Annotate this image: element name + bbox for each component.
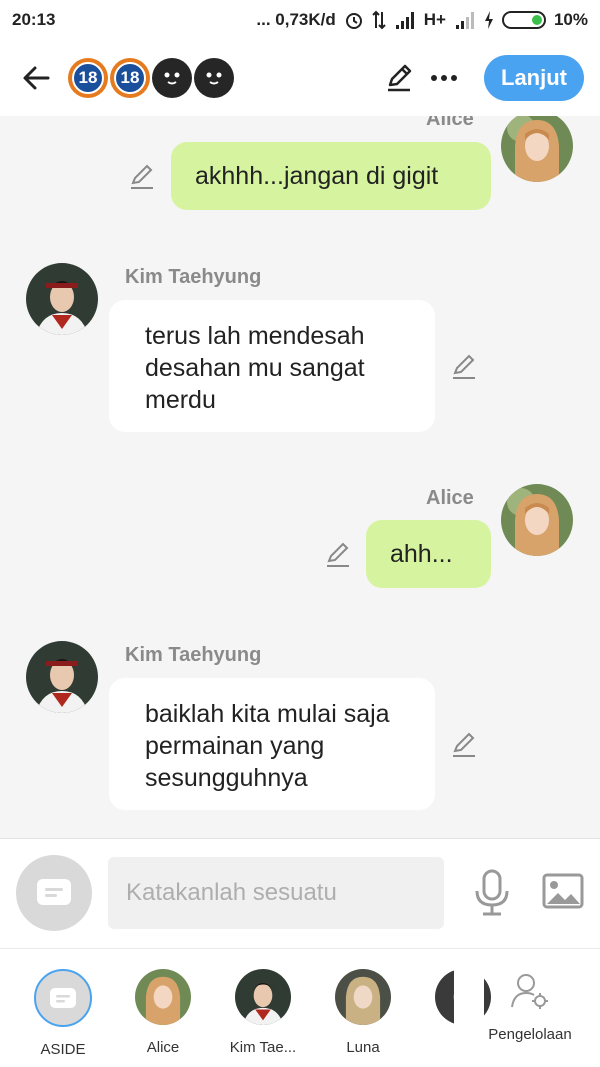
age-badge-label: 18 — [114, 62, 146, 94]
edit-message-button[interactable] — [128, 162, 158, 192]
character-kim-taehyung[interactable]: Kim Tae... — [218, 969, 308, 1056]
sender-name: Kim Taehyung — [125, 644, 262, 666]
continue-button[interactable]: Lanjut — [484, 55, 584, 101]
edit-message-button[interactable] — [450, 352, 480, 382]
pencil-icon — [388, 64, 412, 92]
participant-badges: 18 18 — [68, 58, 234, 98]
character-label: Luna — [346, 1039, 380, 1056]
age-badge: 18 — [110, 58, 150, 98]
more-dots-icon — [431, 75, 457, 81]
battery-level: 10% — [553, 10, 588, 29]
pencil-icon — [453, 354, 475, 379]
pencil-icon — [453, 732, 475, 757]
charging-icon — [484, 11, 494, 29]
chat-messages: Alice akhhh...jangan di gigit Kim Taehyu… — [0, 116, 600, 838]
avatar-luna — [335, 969, 391, 1025]
avatar-alice[interactable] — [501, 484, 573, 556]
sender-name: Alice — [426, 116, 474, 130]
edit-message-button[interactable] — [324, 540, 354, 570]
message-input[interactable]: Katakanlah sesuatu — [108, 857, 444, 929]
character-bar: ASIDE Alice Kim Tae... Luna La Pengelola… — [0, 948, 600, 1067]
avatar-alice — [135, 969, 191, 1025]
character-luna[interactable]: Luna — [318, 969, 408, 1056]
face-icon — [194, 58, 234, 98]
character-aside[interactable]: ASIDE — [18, 969, 108, 1058]
arrow-left-icon — [23, 66, 50, 90]
manage-characters-button[interactable]: Pengelolaan — [480, 971, 580, 1043]
character-label: Kim Tae... — [229, 1039, 297, 1056]
age-badge: 18 — [68, 58, 108, 98]
avatar-alice[interactable] — [501, 116, 573, 182]
edit-message-button[interactable] — [450, 730, 480, 760]
character-label: ASIDE — [40, 1041, 86, 1058]
face-icon — [152, 58, 192, 98]
status-bar: 20:13 ... 0,73K/d H+ 10% — [0, 0, 600, 40]
network-speed: ... 0,73K/d — [256, 10, 336, 29]
character-alice[interactable]: Alice — [118, 969, 208, 1056]
more-options-button[interactable] — [422, 56, 466, 100]
microphone-icon — [475, 869, 509, 916]
aside-toggle-button[interactable] — [16, 855, 92, 931]
sender-name: Alice — [426, 487, 474, 509]
character-label: Alice — [146, 1039, 180, 1056]
signal-icon-2 — [454, 11, 476, 29]
battery-icon — [501, 11, 546, 29]
message-bubble[interactable]: ahh... — [366, 520, 491, 588]
chat-bubble-icon — [37, 879, 71, 905]
user-settings-icon — [511, 974, 548, 1009]
avatar-kim-taehyung[interactable] — [26, 641, 98, 713]
data-transfer-icon — [372, 10, 386, 30]
pencil-icon — [131, 164, 153, 189]
image-icon — [542, 873, 584, 909]
avatar-kim-taehyung[interactable] — [26, 263, 98, 335]
message-bubble[interactable]: akhhh...jangan di gigit — [171, 142, 491, 210]
image-button[interactable] — [542, 871, 584, 911]
network-type: H+ — [423, 10, 446, 29]
avatar-kim-taehyung — [235, 969, 291, 1025]
chat-header: 18 18 Lanjut — [0, 40, 600, 116]
message-bubble[interactable]: terus lah mendesah desahan mu sangat mer… — [109, 300, 435, 432]
pencil-icon — [327, 542, 349, 567]
alarm-icon — [344, 10, 364, 30]
microphone-button[interactable] — [472, 869, 512, 917]
message-input-bar: Katakanlah sesuatu — [0, 838, 600, 948]
age-badge-label: 18 — [72, 62, 104, 94]
sender-name: Kim Taehyung — [125, 266, 262, 288]
aside-icon — [34, 969, 92, 1027]
status-time: 20:13 — [12, 10, 56, 29]
message-bubble[interactable]: baiklah kita mulai saja permainan yang s… — [109, 678, 435, 810]
manage-label: Pengelolaan — [488, 1026, 572, 1043]
edit-story-button[interactable] — [378, 56, 422, 100]
signal-icon — [394, 11, 416, 29]
back-button[interactable] — [16, 58, 56, 98]
